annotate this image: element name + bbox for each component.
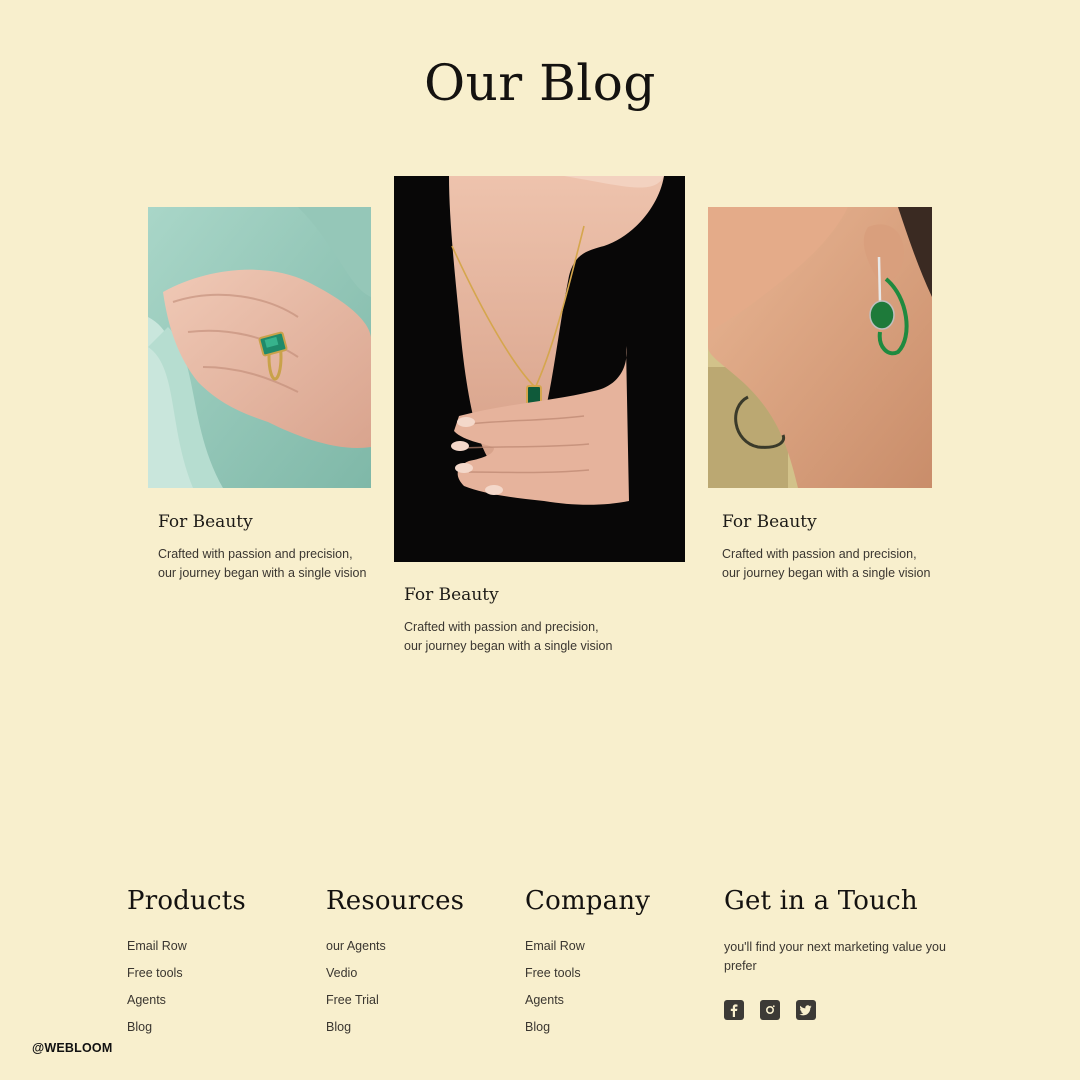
twitter-icon[interactable] [796, 1000, 816, 1020]
footer-link[interactable]: Blog [525, 1019, 650, 1046]
footer-link[interactable]: Agents [525, 992, 650, 1019]
card-title[interactable]: For Beauty [722, 512, 817, 532]
footer-heading: Resources [326, 886, 465, 916]
footer-link[interactable]: Free tools [127, 965, 246, 992]
facebook-icon[interactable] [724, 1000, 744, 1020]
footer-heading: Products [127, 886, 246, 916]
footer-link[interactable]: Email Row [127, 938, 246, 965]
emerald-ring-photo[interactable] [148, 207, 371, 488]
card-title[interactable]: For Beauty [158, 512, 253, 532]
footer-contact: Get in a Touch you'll find your next mar… [724, 886, 959, 1020]
card-description: Crafted with passion and precision, our … [722, 547, 931, 580]
emerald-earring-photo[interactable] [708, 207, 932, 488]
footer-link[interactable]: Free Trial [326, 992, 464, 1019]
footer-products: Products Email Row Free tools Agents Blo… [127, 886, 246, 1046]
footer-link[interactable]: Blog [127, 1019, 246, 1046]
footer-company: Company Email Row Free tools Agents Blog [525, 886, 650, 1046]
footer-link[interactable]: Free tools [525, 965, 650, 992]
card-description: Crafted with passion and precision, our … [404, 620, 613, 653]
card-title[interactable]: For Beauty [404, 585, 499, 605]
footer-link[interactable]: Email Row [525, 938, 650, 965]
page-title: Our Blog [424, 54, 656, 112]
footer-link[interactable]: Agents [127, 992, 246, 1019]
footer-heading: Get in a Touch [724, 886, 918, 916]
footer-link[interactable]: our Agents [326, 938, 464, 965]
card-description: Crafted with passion and precision, our … [158, 547, 367, 580]
social-links [724, 1000, 959, 1020]
footer-resources: Resources our Agents Vedio Free Trial Bl… [326, 886, 464, 1046]
footer-link[interactable]: Vedio [326, 965, 464, 992]
footer-heading: Company [525, 886, 651, 916]
instagram-icon[interactable] [760, 1000, 780, 1020]
footer-link[interactable]: Blog [326, 1019, 464, 1046]
watermark: @WEBLOOM [32, 1041, 113, 1055]
contact-text: you'll find your next marketing value yo… [724, 940, 946, 973]
emerald-necklace-photo[interactable] [394, 176, 685, 562]
